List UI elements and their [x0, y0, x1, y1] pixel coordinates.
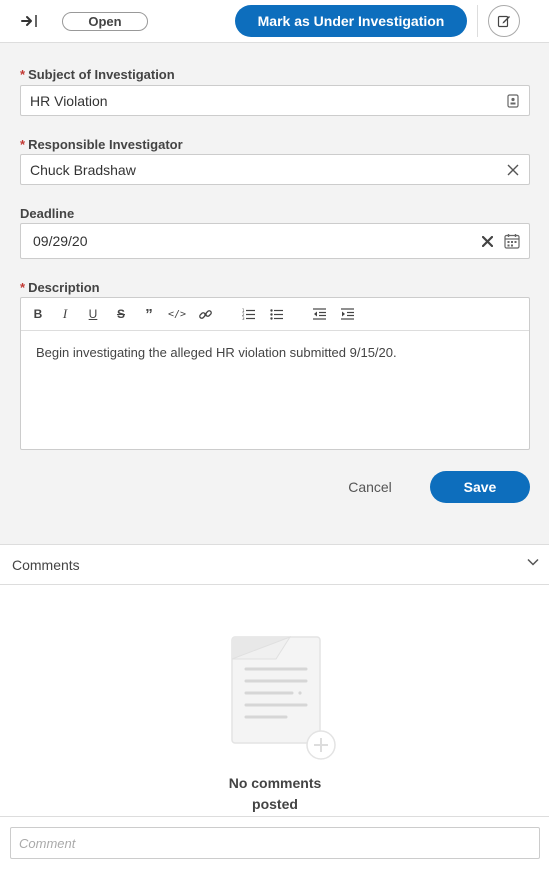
link-icon[interactable] — [196, 306, 214, 322]
indent-icon[interactable] — [338, 306, 356, 322]
mark-under-investigation-button[interactable]: Mark as Under Investigation — [235, 5, 467, 37]
editor-toolbar: B I U S ” </> 123 — [21, 298, 529, 331]
strikethrough-icon[interactable]: S — [112, 306, 130, 322]
comment-input[interactable] — [10, 827, 540, 859]
bullet-list-icon[interactable] — [267, 306, 285, 322]
toolbar-divider — [477, 5, 478, 37]
save-button[interactable]: Save — [430, 471, 530, 503]
quote-icon[interactable]: ” — [140, 306, 158, 323]
collapse-right-icon[interactable] — [18, 10, 42, 32]
required-marker: * — [20, 280, 26, 295]
record-header: Open Mark as Under Investigation — [0, 0, 549, 43]
edit-button[interactable] — [488, 5, 520, 37]
required-marker: * — [20, 137, 26, 152]
subject-value: HR Violation — [30, 92, 108, 109]
deadline-value: 09/29/20 — [33, 233, 88, 249]
clear-icon[interactable] — [507, 164, 519, 176]
investigator-label-text: Responsible Investigator — [28, 137, 183, 152]
empty-comments-message: No comments posted — [200, 773, 350, 815]
empty-comments-illustration — [228, 635, 340, 761]
code-icon[interactable]: </> — [168, 306, 186, 322]
outdent-icon[interactable] — [310, 306, 328, 322]
investigator-label: * Responsible Investigator — [20, 137, 183, 152]
subject-field[interactable]: HR Violation — [20, 85, 530, 116]
status-badge: Open — [62, 12, 148, 31]
subject-label: * Subject of Investigation — [20, 67, 175, 82]
chevron-down-icon[interactable] — [524, 553, 542, 571]
comments-header[interactable]: Comments — [0, 545, 549, 585]
investigator-value: Chuck Bradshaw — [30, 161, 136, 178]
underline-icon[interactable]: U — [84, 306, 102, 322]
ordered-list-icon[interactable]: 123 — [239, 306, 257, 322]
investigator-field[interactable]: Chuck Bradshaw — [20, 154, 530, 185]
deadline-field[interactable]: 09/29/20 — [20, 223, 530, 259]
clear-x-icon[interactable] — [482, 235, 493, 247]
description-text[interactable]: Begin investigating the alleged HR viola… — [21, 331, 529, 374]
cancel-button[interactable]: Cancel — [340, 476, 400, 498]
italic-icon[interactable]: I — [56, 306, 74, 322]
deadline-label: Deadline — [20, 206, 74, 221]
edit-icon — [497, 15, 510, 28]
required-marker: * — [20, 67, 26, 82]
subject-label-text: Subject of Investigation — [28, 67, 175, 82]
comment-bar — [0, 816, 549, 869]
comments-title: Comments — [12, 557, 80, 573]
empty-message-line2: posted — [252, 796, 298, 812]
deadline-icons — [482, 233, 520, 249]
description-label: * Description — [20, 280, 100, 295]
description-label-text: Description — [28, 280, 100, 295]
bold-icon[interactable]: B — [29, 306, 47, 322]
description-editor: B I U S ” </> 123 Begin investigating th… — [20, 297, 530, 450]
record-icon[interactable] — [507, 93, 519, 108]
svg-text:3: 3 — [242, 316, 245, 320]
deadline-label-text: Deadline — [20, 206, 75, 221]
calendar-icon[interactable] — [504, 233, 520, 249]
empty-message-line1: No comments — [228, 775, 322, 791]
